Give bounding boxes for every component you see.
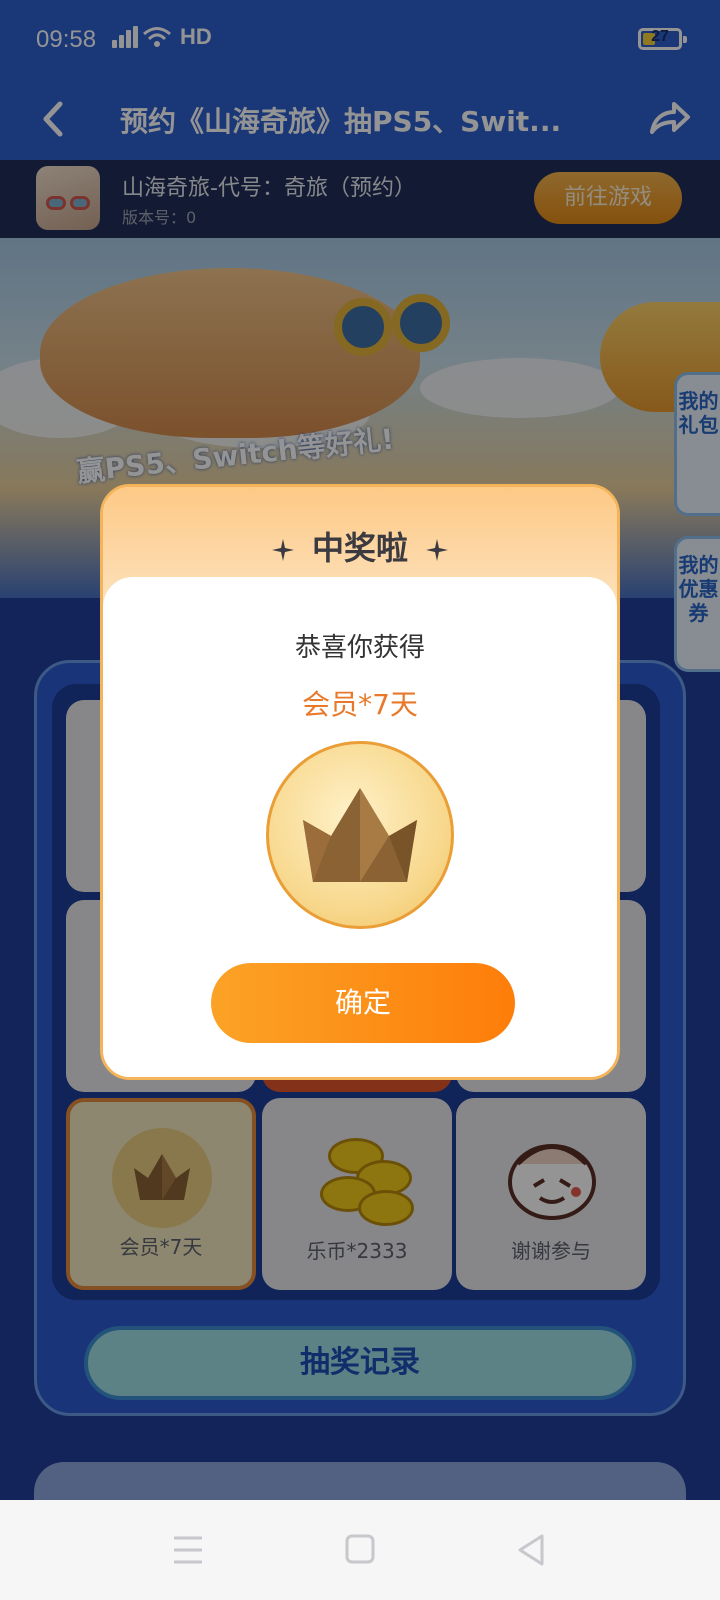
system-nav-bar — [0, 1500, 720, 1600]
crown-icon — [266, 741, 454, 929]
dialog-title-row: 中奖啦 — [103, 523, 617, 569]
sparkle-icon — [271, 539, 294, 561]
win-dialog: 中奖啦 恭喜你获得 会员*7天 确定 — [100, 484, 620, 1080]
home-square-icon[interactable] — [340, 1532, 380, 1568]
menu-icon[interactable] — [168, 1532, 208, 1568]
dialog-body: 恭喜你获得 会员*7天 确定 — [103, 577, 617, 1077]
back-triangle-icon[interactable] — [512, 1532, 552, 1568]
confirm-button[interactable]: 确定 — [211, 963, 515, 1043]
prize-name: 会员*7天 — [302, 688, 418, 721]
congrats-text: 恭喜你获得 — [294, 633, 425, 663]
sparkle-icon — [426, 539, 448, 561]
dialog-title: 中奖啦 — [311, 529, 408, 567]
